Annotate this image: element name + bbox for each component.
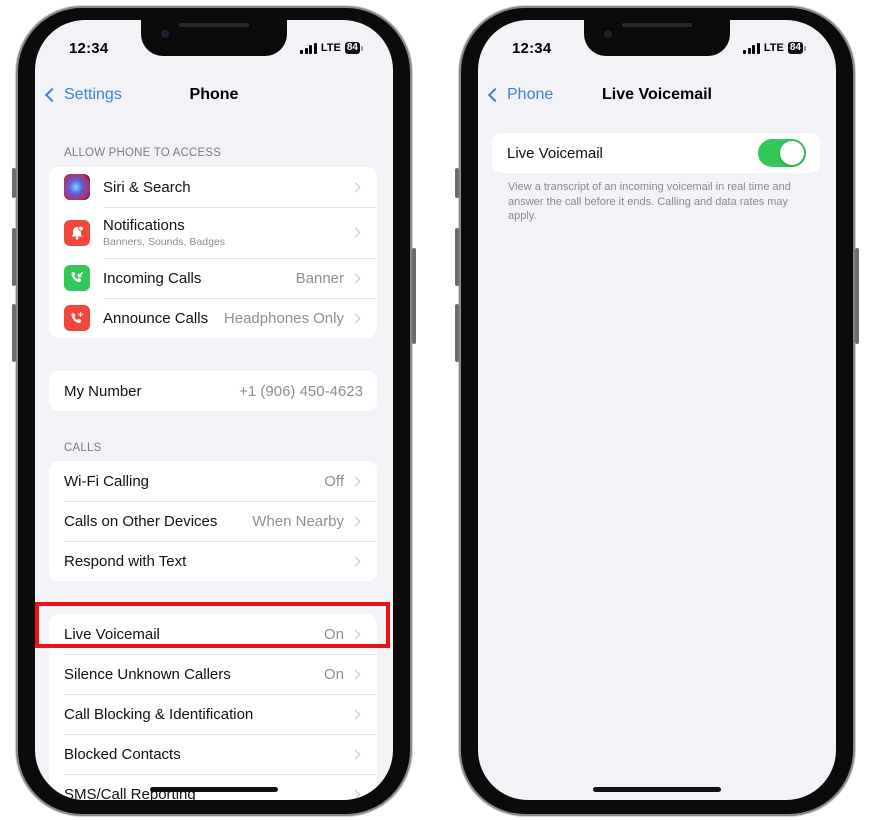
row-label: Wi-Fi Calling <box>64 472 150 490</box>
chevron-right-icon <box>350 749 361 759</box>
row-blocked-contacts[interactable]: Blocked Contacts <box>49 734 377 774</box>
front-camera <box>161 30 169 38</box>
earpiece-speaker <box>179 23 249 27</box>
row-label: Calls on Other Devices <box>64 512 218 530</box>
battery-level: 84 <box>344 42 360 54</box>
row-label: Incoming Calls <box>103 269 202 287</box>
my-number-group: My Number +1 (906) 450-4623 <box>49 371 377 411</box>
action-button <box>455 168 459 198</box>
row-silence-unknown-callers[interactable]: Silence Unknown Callers On <box>49 654 377 694</box>
siri-icon <box>64 174 90 200</box>
battery-icon: 84 <box>787 42 806 54</box>
battery-icon: 84 <box>344 42 363 54</box>
row-label: Silence Unknown Callers <box>64 665 231 683</box>
cellular-signal-icon <box>743 42 760 54</box>
row-respond-with-text[interactable]: Respond with Text <box>49 541 377 581</box>
row-label: Live Voicemail <box>507 144 603 162</box>
row-value: Headphones Only <box>223 309 344 327</box>
network-type: LTE <box>320 42 341 54</box>
network-type: LTE <box>763 42 784 54</box>
battery-level: 84 <box>787 42 803 54</box>
live-voicemail-footnote: View a transcript of an incoming voicema… <box>508 181 791 222</box>
chevron-right-icon <box>350 273 361 283</box>
live-voicemail-switch[interactable] <box>758 139 806 167</box>
row-incoming-calls[interactable]: Incoming Calls Banner <box>49 258 377 298</box>
chevron-right-icon <box>350 789 361 799</box>
row-calls-other-devices[interactable]: Calls on Other Devices When Nearby <box>49 501 377 541</box>
power-button <box>412 248 416 344</box>
navigation-bar: Settings Phone <box>35 86 393 110</box>
status-bar: 12:34 LTE 84 <box>478 40 836 60</box>
chevron-right-icon <box>350 669 361 679</box>
phone-left: 12:34 LTE 84 Settings Phone ALLOW PHONE … <box>12 8 416 814</box>
row-label: Blocked Contacts <box>64 745 181 763</box>
row-call-blocking[interactable]: Call Blocking & Identification <box>49 694 377 734</box>
home-indicator[interactable] <box>593 787 721 792</box>
status-bar: 12:34 LTE 84 <box>35 40 393 60</box>
earpiece-speaker <box>622 23 692 27</box>
volume-up-button <box>455 228 459 286</box>
row-wifi-calling[interactable]: Wi-Fi Calling Off <box>49 461 377 501</box>
section-header-allow-access: ALLOW PHONE TO ACCESS <box>64 147 222 159</box>
row-siri-search[interactable]: Siri & Search <box>49 167 377 207</box>
chevron-right-icon <box>350 182 361 192</box>
row-subtitle: Banners, Sounds, Badges <box>103 236 226 248</box>
chevron-right-icon <box>350 313 361 323</box>
volume-down-button <box>12 304 16 362</box>
status-time: 12:34 <box>512 40 552 57</box>
switch-knob <box>780 141 804 165</box>
row-notifications[interactable]: Notifications Banners, Sounds, Badges <box>49 207 377 258</box>
row-label: Respond with Text <box>64 552 187 570</box>
chevron-right-icon <box>350 516 361 526</box>
chevron-right-icon <box>350 227 361 238</box>
announce-calls-icon <box>64 305 90 331</box>
status-time: 12:34 <box>69 40 109 57</box>
volume-up-button <box>12 228 16 286</box>
row-value: On <box>323 665 344 683</box>
navigation-bar: Phone Live Voicemail <box>478 86 836 110</box>
row-label: Siri & Search <box>103 178 191 196</box>
page-title: Phone <box>189 86 239 103</box>
live-voicemail-screen: 12:34 LTE 84 Phone Live Voicemail Live V… <box>478 20 836 800</box>
row-value: +1 (906) 450-4623 <box>239 382 363 400</box>
row-label: Notifications <box>103 217 185 234</box>
allow-access-group: Siri & Search Notifications Banners, Sou… <box>49 167 377 338</box>
page-title: Live Voicemail <box>602 86 712 103</box>
calls-group: Wi-Fi Calling Off Calls on Other Devices… <box>49 461 377 581</box>
row-live-voicemail-toggle[interactable]: Live Voicemail <box>492 133 820 173</box>
incoming-calls-icon <box>64 265 90 291</box>
row-label: My Number <box>64 382 142 400</box>
power-button <box>855 248 859 344</box>
row-value: Banner <box>295 269 344 287</box>
row-my-number[interactable]: My Number +1 (906) 450-4623 <box>49 371 377 411</box>
front-camera <box>604 30 612 38</box>
chevron-right-icon <box>350 476 361 486</box>
live-voicemail-group: Live Voicemail <box>492 133 820 173</box>
highlight-box-live-voicemail <box>35 602 390 648</box>
chevron-right-icon <box>350 556 361 566</box>
row-value: Off <box>324 472 344 490</box>
cellular-signal-icon <box>300 42 317 54</box>
phone-right: 12:34 LTE 84 Phone Live Voicemail Live V… <box>455 8 859 814</box>
row-label: Call Blocking & Identification <box>64 705 254 723</box>
phone-settings-screen: 12:34 LTE 84 Settings Phone ALLOW PHONE … <box>35 20 393 800</box>
row-announce-calls[interactable]: Announce Calls Headphones Only <box>49 298 377 338</box>
chevron-right-icon <box>350 709 361 719</box>
home-indicator[interactable] <box>150 787 278 792</box>
volume-down-button <box>455 304 459 362</box>
action-button <box>12 168 16 198</box>
notifications-bell-icon <box>64 219 90 246</box>
section-header-calls: CALLS <box>64 442 102 454</box>
row-label: Announce Calls <box>103 309 209 327</box>
row-value: When Nearby <box>252 512 344 530</box>
